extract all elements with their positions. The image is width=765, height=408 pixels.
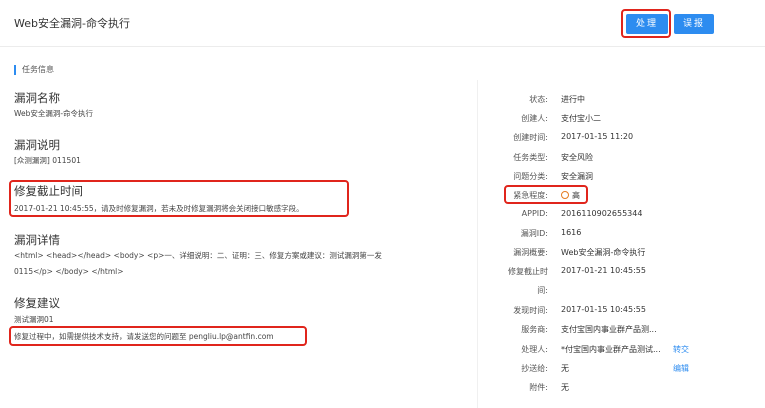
task-type-label: 任务类型: <box>513 153 548 162</box>
vuln-id-value: 1616 <box>561 228 582 237</box>
appid-label: APPID: <box>521 209 548 218</box>
status-value: 进行中 <box>561 95 585 104</box>
fix-deadline-label-1: 修复截止时 <box>508 267 548 276</box>
transfer-link[interactable]: 转交 <box>673 344 689 355</box>
provider-value: 支付宝国内事业群产品测... <box>561 325 657 334</box>
cc-value: 无 <box>561 364 569 373</box>
deadline-value: 2017-01-21 10:45:55，请及时修复漏洞，若未及时修复漏洞将会关闭… <box>14 204 304 213</box>
urgency-value: 高 <box>561 190 580 201</box>
vuln-desc-label: 漏洞说明 <box>14 138 60 152</box>
creator-label: 创建人: <box>521 114 548 123</box>
found-time-label: 发现时间: <box>513 306 548 315</box>
deadline-label: 修复截止时间 <box>14 184 83 198</box>
edit-cc-link[interactable]: 编辑 <box>673 363 689 374</box>
attachment-value: 无 <box>561 383 569 392</box>
urgency-text: 高 <box>572 191 580 200</box>
vuln-name-label: 漏洞名称 <box>14 91 60 105</box>
vuln-detail-line-1: <html> <head></head> <body> <p>一、详细说明：二、… <box>14 251 382 260</box>
fix-deadline-label-2: 间: <box>537 286 548 295</box>
right-panel-divider <box>477 80 478 408</box>
fix-suggestion-line-1: 测试漏洞01 <box>14 315 54 324</box>
vuln-desc-value: [众测漏洞] 011501 <box>14 156 81 165</box>
handler-label: 处理人: <box>521 345 548 354</box>
section-label-task-info: 任务信息 <box>14 65 54 75</box>
page-header: Web安全漏洞-命令执行 处理 误报 <box>0 0 765 47</box>
summary-value: Web安全漏洞-命令执行 <box>561 248 646 257</box>
urgency-label: 紧急程度: <box>513 191 548 200</box>
found-time-value: 2017-01-15 10:45:55 <box>561 305 646 314</box>
urgency-circle-icon <box>561 191 569 199</box>
vuln-detail-label: 漏洞详情 <box>14 233 60 247</box>
fix-deadline-value: 2017-01-21 10:45:55 <box>561 266 646 275</box>
false-report-button[interactable]: 误报 <box>674 14 714 34</box>
category-value: 安全漏洞 <box>561 172 593 181</box>
handle-button[interactable]: 处理 <box>626 14 668 34</box>
handler-value: *付宝国内事业群产品测试... <box>561 345 661 354</box>
creator-value: 支付宝小二 <box>561 114 601 123</box>
attachment-label: 附件: <box>529 383 548 392</box>
task-type-value: 安全风险 <box>561 153 593 162</box>
vuln-name-value: Web安全漏洞-命令执行 <box>14 109 94 118</box>
status-label: 状态: <box>529 95 548 104</box>
fix-suggestion-line-2: 修复过程中，如需提供技术支持，请发送您的问题至 pengliu.lp@antfi… <box>14 332 274 341</box>
category-label: 问题分类: <box>513 172 548 181</box>
vuln-detail-line-2: 0115</p> </body> </html> <box>14 267 124 276</box>
cc-label: 抄送给: <box>521 364 548 373</box>
provider-label: 服务商: <box>521 325 548 334</box>
created-time-label: 创建时间: <box>513 133 548 142</box>
page-title: Web安全漏洞-命令执行 <box>14 17 130 30</box>
created-time-value: 2017-01-15 11:20 <box>561 132 634 141</box>
fix-suggestion-label: 修复建议 <box>14 296 60 310</box>
vuln-id-label: 漏洞ID: <box>520 229 548 238</box>
appid-value: 2016110902655344 <box>561 209 643 218</box>
summary-label: 漏洞概要: <box>513 248 548 257</box>
